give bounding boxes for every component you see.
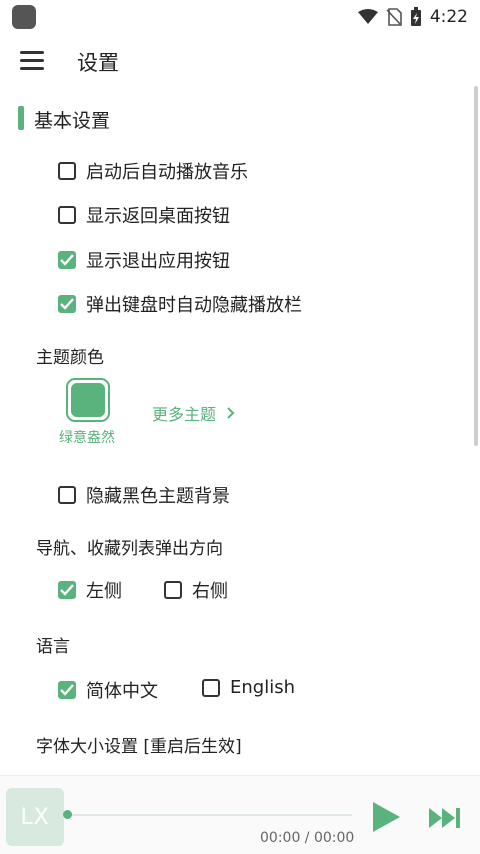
checkbox-checked-icon <box>58 295 76 313</box>
radio-english[interactable]: English <box>202 677 295 698</box>
status-time: 4:22 <box>429 7 468 27</box>
option-label: 简体中文 <box>86 681 158 702</box>
checkbox-unchecked-icon <box>58 206 76 224</box>
logo-text: LX <box>20 804 50 830</box>
option-label: 左侧 <box>86 581 122 602</box>
language-label: 语言 <box>36 637 70 657</box>
more-themes-link[interactable]: 更多主题 <box>152 401 238 425</box>
wifi-icon <box>357 9 378 24</box>
section-accent-bar <box>18 106 24 130</box>
notification-app-icon <box>12 5 36 29</box>
playback-time: 00:00 / 00:00 <box>260 830 355 846</box>
theme-color-label: 主题颜色 <box>36 348 104 368</box>
theme-name: 绿意盎然 <box>59 430 115 446</box>
checkbox-checked-icon <box>58 251 76 269</box>
checkbox-label: 隐藏黑色主题背景 <box>86 486 230 507</box>
section-title: 基本设置 <box>34 110 111 132</box>
page-title: 设置 <box>77 51 119 75</box>
checkbox-show-home-button[interactable]: 显示返回桌面按钮 <box>58 202 230 228</box>
theme-swatch-green[interactable] <box>66 378 110 422</box>
checkbox-label: 弹出键盘时自动隐藏播放栏 <box>86 295 302 316</box>
option-label: English <box>230 677 295 698</box>
next-track-icon[interactable] <box>428 806 462 830</box>
status-bar: 4:22 <box>0 0 480 36</box>
player-bar: LX 00:00 / 00:00 <box>0 775 480 854</box>
checkbox-hide-black-theme-bg[interactable]: 隐藏黑色主题背景 <box>58 482 230 508</box>
nav-direction-label: 导航、收藏列表弹出方向 <box>36 539 223 559</box>
checkbox-unchecked-icon <box>164 581 182 599</box>
battery-charging-icon <box>410 7 421 26</box>
checkbox-unchecked-icon <box>58 162 76 180</box>
checkbox-label: 启动后自动播放音乐 <box>86 162 248 183</box>
play-icon[interactable] <box>370 800 402 834</box>
progress-handle[interactable] <box>63 810 72 819</box>
scrollbar[interactable] <box>474 86 478 446</box>
checkbox-unchecked-icon <box>202 678 220 697</box>
checkbox-unchecked-icon <box>58 486 76 504</box>
checkbox-label: 显示退出应用按钮 <box>86 251 230 272</box>
no-sim-icon <box>386 8 402 26</box>
checkbox-hide-player-on-keyboard[interactable]: 弹出键盘时自动隐藏播放栏 <box>58 291 302 317</box>
radio-right[interactable]: 右侧 <box>164 577 228 603</box>
menu-icon[interactable] <box>20 51 44 70</box>
checkbox-label: 显示返回桌面按钮 <box>86 206 230 227</box>
progress-track[interactable] <box>68 814 352 816</box>
checkbox-autoplay[interactable]: 启动后自动播放音乐 <box>58 158 248 184</box>
checkbox-checked-icon <box>58 581 76 599</box>
checkbox-show-exit-button[interactable]: 显示退出应用按钮 <box>58 247 230 273</box>
option-label: 右侧 <box>192 581 228 602</box>
app-bar: 设置 <box>0 38 480 84</box>
radio-simplified-chinese[interactable]: 简体中文 <box>58 677 158 703</box>
checkbox-checked-icon <box>58 681 76 699</box>
chevron-right-icon <box>227 407 235 419</box>
font-size-label: 字体大小设置 [重启后生效] <box>36 737 242 757</box>
more-themes-label: 更多主题 <box>152 405 217 424</box>
radio-left[interactable]: 左侧 <box>58 577 122 603</box>
album-cover[interactable]: LX <box>6 788 64 846</box>
